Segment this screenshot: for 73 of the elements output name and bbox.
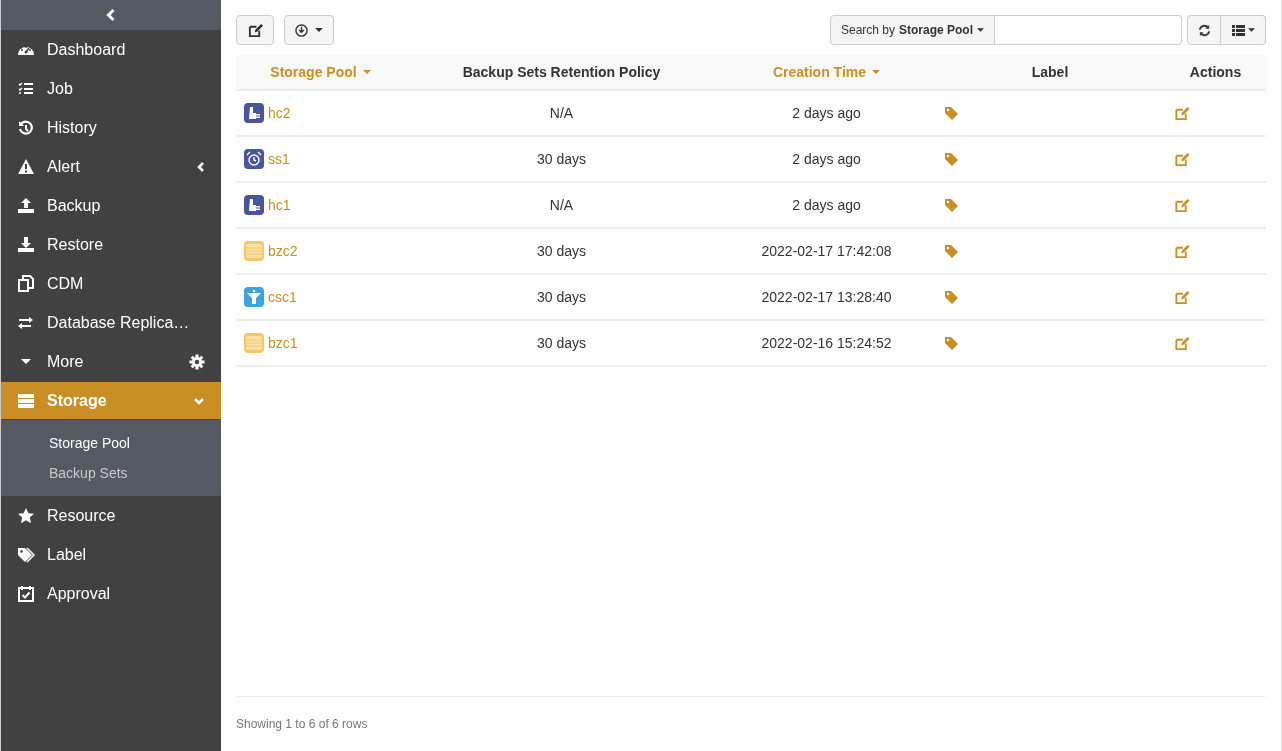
tag-icon[interactable]: [944, 289, 959, 305]
edit-icon[interactable]: [1174, 243, 1190, 259]
table-cell-text: 2022-02-17 17:42:08: [761, 241, 892, 261]
tag-icon[interactable]: [944, 243, 959, 259]
upload-icon: [17, 197, 35, 214]
download-icon: [295, 23, 308, 37]
edit-icon: [247, 22, 263, 38]
tag-icon[interactable]: [944, 105, 959, 121]
list-icon: [1231, 24, 1245, 36]
column-header: Label: [1030, 62, 1070, 82]
caret-icon: [315, 28, 323, 32]
tags-icon: [17, 546, 35, 563]
table-cell-text: 2022-02-17 13:28:40: [761, 287, 892, 307]
submenu-item[interactable]: Backup Sets: [1, 458, 128, 488]
sidebar-item[interactable]: Dashboard: [1, 30, 221, 69]
sidebar-item[interactable]: Alert: [1, 147, 221, 186]
caret-icon: [977, 28, 984, 32]
sidebar-item[interactable]: History: [1, 108, 221, 147]
edit-icon[interactable]: [1174, 335, 1190, 351]
table-cell-text: N/A: [549, 103, 574, 123]
caret-icon: [1247, 28, 1255, 32]
submenu-item[interactable]: Storage Pool: [1, 428, 130, 458]
tag-icon[interactable]: [944, 197, 959, 213]
settings-icon: [189, 353, 205, 370]
table-cell-text: 30 days: [536, 287, 586, 307]
table-cell-text: 2 days ago: [792, 195, 861, 215]
refresh-icon: [1197, 23, 1211, 37]
pagination-info: Showing 1 to 6 of 6 rows: [236, 716, 368, 733]
sidebar-item[interactable]: Backup: [1, 186, 221, 225]
sidebar-item[interactable]: Database Replica…: [1, 303, 221, 342]
column-header: Backup Sets Retention Policy: [461, 62, 662, 82]
checklist-icon: [17, 80, 35, 97]
sidebar-item[interactable]: Job: [1, 69, 221, 108]
table-cell-text: 2022-02-16 15:24:52: [761, 333, 892, 353]
search-field[interactable]: [995, 15, 1182, 45]
exchange-icon: [17, 314, 35, 331]
sidebar-item[interactable]: CDM: [1, 264, 221, 303]
edit-button[interactable]: [236, 15, 274, 45]
edit-icon[interactable]: [1174, 105, 1190, 121]
history-icon: [17, 119, 35, 136]
chevron-left-icon: [197, 160, 205, 173]
caret-icon: [362, 70, 371, 74]
download-dropdown-button[interactable]: [284, 15, 334, 45]
sidebar-item[interactable]: More: [1, 342, 221, 381]
caret-down-icon: [21, 359, 31, 364]
sidebar-item[interactable]: Label: [1, 535, 221, 574]
chevron-down-icon: [193, 396, 205, 405]
tag-icon[interactable]: [944, 151, 959, 167]
download-icon: [17, 236, 35, 253]
refresh-button[interactable]: [1187, 15, 1221, 45]
sidebar-item[interactable]: Approval: [1, 574, 221, 613]
star-icon: [17, 507, 35, 524]
edit-icon[interactable]: [1174, 197, 1190, 213]
search-by-dropdown[interactable]: Search by Storage Pool: [829, 15, 995, 45]
sidebar-item[interactable]: Resource: [1, 496, 221, 535]
column-header: Actions: [1188, 62, 1243, 82]
caret-icon: [872, 70, 881, 74]
sidebar-item[interactable]: Restore: [1, 225, 221, 264]
server-icon: [17, 392, 35, 409]
table-cell-text: 30 days: [536, 333, 586, 353]
copy-icon: [17, 275, 35, 292]
table-cell-text: 2 days ago: [792, 149, 861, 169]
warning-icon: [17, 158, 35, 175]
edit-icon[interactable]: [1174, 289, 1190, 305]
table-cell-text: 30 days: [536, 241, 586, 261]
chevron-left-icon: [106, 8, 116, 22]
calendar-check-icon: [17, 585, 35, 602]
columns-dropdown-button[interactable]: [1221, 15, 1266, 45]
table-cell-text: 30 days: [536, 149, 586, 169]
tag-icon[interactable]: [944, 335, 959, 351]
edit-icon[interactable]: [1174, 151, 1190, 167]
table-cell-text: 2 days ago: [792, 103, 861, 123]
table-cell-text: N/A: [549, 195, 574, 215]
